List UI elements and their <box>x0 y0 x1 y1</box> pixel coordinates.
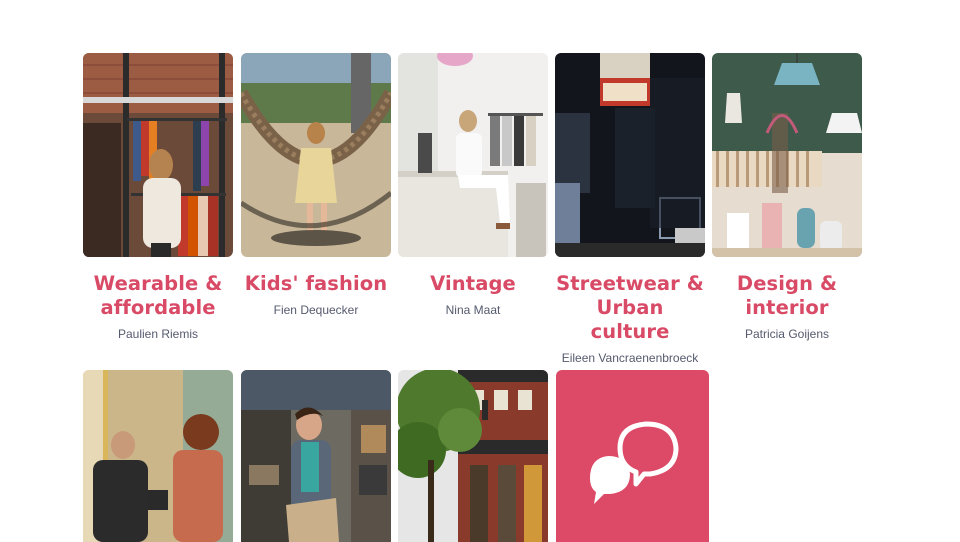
card-title-line: Kids' fashion <box>244 272 388 295</box>
card-row2-1[interactable] <box>83 370 233 542</box>
speech-tile[interactable] <box>556 370 709 542</box>
card-row2-3[interactable] <box>398 370 548 542</box>
rope-swing-photo <box>241 53 391 257</box>
card-image[interactable] <box>241 53 391 257</box>
card-title[interactable]: Kids' fashion <box>241 272 391 296</box>
bag-shop-photo <box>241 370 391 542</box>
card-title[interactable]: Vintage <box>398 272 548 296</box>
card-image[interactable] <box>83 370 233 542</box>
card-wearable-affordable[interactable]: Wearable & affordable Paulien Riemis <box>83 53 233 342</box>
card-row2-2[interactable] <box>241 370 391 542</box>
card-title-line: interior <box>745 296 829 319</box>
white-boutique-photo <box>398 53 548 257</box>
card-streetwear-urban[interactable]: Streetwear & Urban culture Eileen Vancra… <box>555 53 705 366</box>
card-image[interactable] <box>712 53 862 257</box>
card-image[interactable] <box>398 53 548 257</box>
card-title-line: affordable <box>100 296 216 319</box>
card-design-interior[interactable]: Design & interior Patricia Goijens <box>712 53 862 342</box>
clothing-shop-photo <box>83 53 233 257</box>
card-author: Nina Maat <box>445 303 501 317</box>
card-author: Fien Dequecker <box>273 303 359 317</box>
card-title-line: Vintage <box>430 272 516 295</box>
card-image[interactable] <box>241 370 391 542</box>
lockwood-window-photo <box>555 53 705 257</box>
shop-conversation-photo <box>83 370 233 542</box>
card-kids-fashion[interactable]: Kids' fashion Fien Dequecker <box>241 53 391 318</box>
historic-building-photo <box>398 370 548 542</box>
card-author: Paulien Riemis <box>117 327 199 341</box>
speech-bubbles-icon <box>590 421 679 504</box>
card-image[interactable] <box>398 370 548 542</box>
card-author: Patricia Goijens <box>744 327 830 341</box>
card-vintage[interactable]: Vintage Nina Maat <box>398 53 548 318</box>
interior-shop-photo <box>712 53 862 257</box>
card-author: Eileen Vancraenenbroeck <box>561 351 699 365</box>
card-image[interactable] <box>83 53 233 257</box>
card-title-line: Wearable & <box>93 272 223 295</box>
card-image[interactable] <box>555 53 705 257</box>
card-title[interactable]: Streetwear & Urban culture <box>555 272 705 344</box>
card-title-line: Streetwear & <box>556 272 704 295</box>
card-title-line: Urban culture <box>590 296 670 343</box>
card-title[interactable]: Wearable & affordable <box>83 272 233 320</box>
card-title-line: Design & <box>736 272 838 295</box>
card-title[interactable]: Design & interior <box>712 272 862 320</box>
